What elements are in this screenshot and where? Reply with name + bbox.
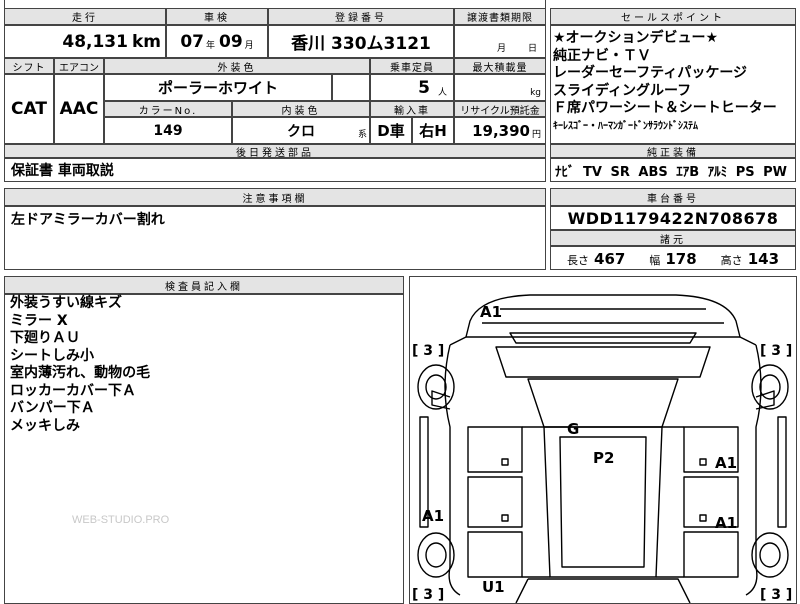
color-no-header: カラーNo.	[104, 101, 232, 117]
inspection-header: 車検	[166, 8, 268, 25]
mark-g: G	[567, 420, 579, 438]
transfer-cell: 月 日	[454, 25, 546, 58]
later-parts-header: 後日発送部品	[4, 144, 546, 159]
mileage-cell: 48,131 km	[4, 25, 166, 58]
import-d-value: D車	[377, 122, 405, 140]
mileage-value: 48,131	[62, 31, 128, 52]
sales-point-line: レーダーセーフティパッケージ	[553, 65, 748, 81]
tread-tr: [ 3 ]	[760, 343, 792, 359]
inspector-line: ロッカーカバー下Ａ	[10, 382, 136, 399]
registration-cell: 香川 330ム3121	[268, 25, 454, 58]
tread-tl: [ 3 ]	[412, 343, 444, 359]
inspector-line: ミラー X	[10, 312, 68, 329]
inspector-line: 室内薄汚れ、動物の毛	[10, 365, 151, 381]
equipment-header: 純正装備	[550, 144, 796, 159]
color-no-value: 149	[153, 122, 183, 139]
sales-point-line: スライディングルーフ	[553, 82, 692, 99]
capacity-value: 5	[418, 77, 430, 98]
capacity-header: 乗車定員	[370, 58, 454, 74]
mileage-header: 走行	[4, 8, 166, 25]
exterior-value: ポーラーホワイト	[157, 79, 278, 97]
aircon-header: エアコン	[54, 58, 104, 74]
notes-header: 注意事項欄	[4, 188, 546, 206]
sales-point-line: ｷｰﾚｽｺﾞｰ・ﾊｰﾏﾝｶﾞｰﾄﾞﾝｻﾗｳﾝﾄﾞｼｽﾃﾑ	[553, 120, 698, 132]
notes-cell: 左ドアミラーカバー割れ	[4, 206, 546, 270]
vin-cell: WDD1179422N708678	[550, 206, 796, 230]
import-h-value: 右H	[419, 122, 447, 140]
exterior-extra-cell	[332, 74, 370, 101]
dimensions-cell: 長さ 467 幅 178 高さ 143	[550, 246, 796, 270]
load-cell: kg	[454, 74, 546, 101]
interior-value: クロ	[287, 123, 315, 140]
height-value: 143	[747, 249, 780, 268]
inspection-month: 09	[219, 31, 243, 52]
watermark: WEB-STUDIO.PRO	[72, 514, 170, 526]
interior-header: 内装色	[232, 101, 370, 117]
transfer-header: 譲渡書類期限	[454, 8, 546, 25]
car-outline: A1 G P2 A1 A1 A1 U1 [ 3 ] [ 3 ] [ 3 ] [ …	[412, 294, 792, 603]
shift-value: CAT	[11, 99, 47, 119]
sales-point-line: Ｆ席パワーシート＆シートヒーター	[553, 100, 777, 116]
sales-point-line: ★オークションデビュー★	[553, 30, 719, 46]
mark-a1-left: A1	[422, 507, 444, 525]
inspection-year: 07	[180, 31, 204, 52]
width-value: 178	[665, 249, 697, 268]
mark-a1-right-upper: A1	[715, 454, 737, 472]
import-d-cell: D車	[370, 117, 412, 144]
mark-a1-top: A1	[480, 303, 502, 321]
equipment-cell: ﾅﾋﾞ TV SR ABS ｴｱB ｱﾙﾐ PS PW	[550, 158, 796, 182]
color-no-cell: 149	[104, 117, 232, 144]
inspector-box: 外装うすい線キズ ミラー X 下廻りＡＵ シートしみ小 室内薄汚れ、動物の毛 ロ…	[4, 294, 404, 604]
load-header: 最大積載量	[454, 58, 546, 74]
vin-value: WDD1179422N708678	[567, 208, 779, 228]
later-parts-value: 保証書 車両取説	[11, 163, 114, 179]
interior-cell: クロ 系	[232, 117, 370, 144]
mileage-unit: km	[131, 31, 161, 52]
inspector-line: メッキしみ	[10, 417, 80, 434]
aircon-cell: AAC	[54, 74, 104, 144]
recycle-header: リサイクル預託金	[454, 101, 546, 117]
recycle-value: 19,390	[472, 121, 530, 140]
inspection-cell: 07 年 09 月	[166, 25, 268, 58]
inspector-line: バンパー下Ａ	[10, 400, 95, 416]
aircon-value: AAC	[59, 99, 99, 119]
sales-points-box: ★オークションデビュー★ 純正ナビ・ＴＶ レーダーセーフティパッケージ スライデ…	[550, 25, 796, 144]
tread-br: [ 3 ]	[760, 587, 792, 603]
top-strip	[4, 0, 546, 8]
tread-bl: [ 3 ]	[412, 587, 444, 603]
mark-a1-right-lower: A1	[715, 514, 737, 532]
shift-header: シフト	[4, 58, 54, 74]
inspector-line: 外装うすい線キズ	[10, 295, 122, 311]
mark-p2: P2	[593, 449, 614, 467]
later-parts-cell: 保証書 車両取説	[4, 158, 546, 182]
notes-value: 左ドアミラーカバー割れ	[11, 212, 165, 228]
recycle-cell: 19,390 円	[454, 117, 546, 144]
import-header: 輸入車	[370, 101, 454, 117]
equipment-value: ﾅﾋﾞ TV SR ABS ｴｱB ｱﾙﾐ PS PW	[555, 164, 787, 180]
sales-points-header: セールスポイント	[550, 8, 796, 25]
capacity-cell: 5 人	[370, 74, 454, 101]
exterior-header: 外装色	[104, 58, 370, 74]
damage-diagram: A1 G P2 A1 A1 A1 U1 [ 3 ] [ 3 ] [ 3 ] [ …	[409, 276, 797, 604]
dimensions-header: 諸元	[550, 230, 796, 246]
inspector-line: 下廻りＡＵ	[10, 330, 80, 346]
shift-cell: CAT	[4, 74, 54, 144]
exterior-cell: ポーラーホワイト	[104, 74, 332, 101]
registration-value: 香川 330ム3121	[291, 34, 431, 54]
import-h-cell: 右H	[412, 117, 454, 144]
inspector-line: シートしみ小	[10, 347, 94, 364]
sales-point-line: 純正ナビ・ＴＶ	[553, 47, 651, 64]
registration-header: 登録番号	[268, 8, 454, 25]
vin-header: 車台番号	[550, 188, 796, 206]
length-value: 467	[594, 249, 626, 268]
mark-u1: U1	[482, 578, 505, 596]
inspector-header: 検査員記入欄	[4, 276, 404, 294]
